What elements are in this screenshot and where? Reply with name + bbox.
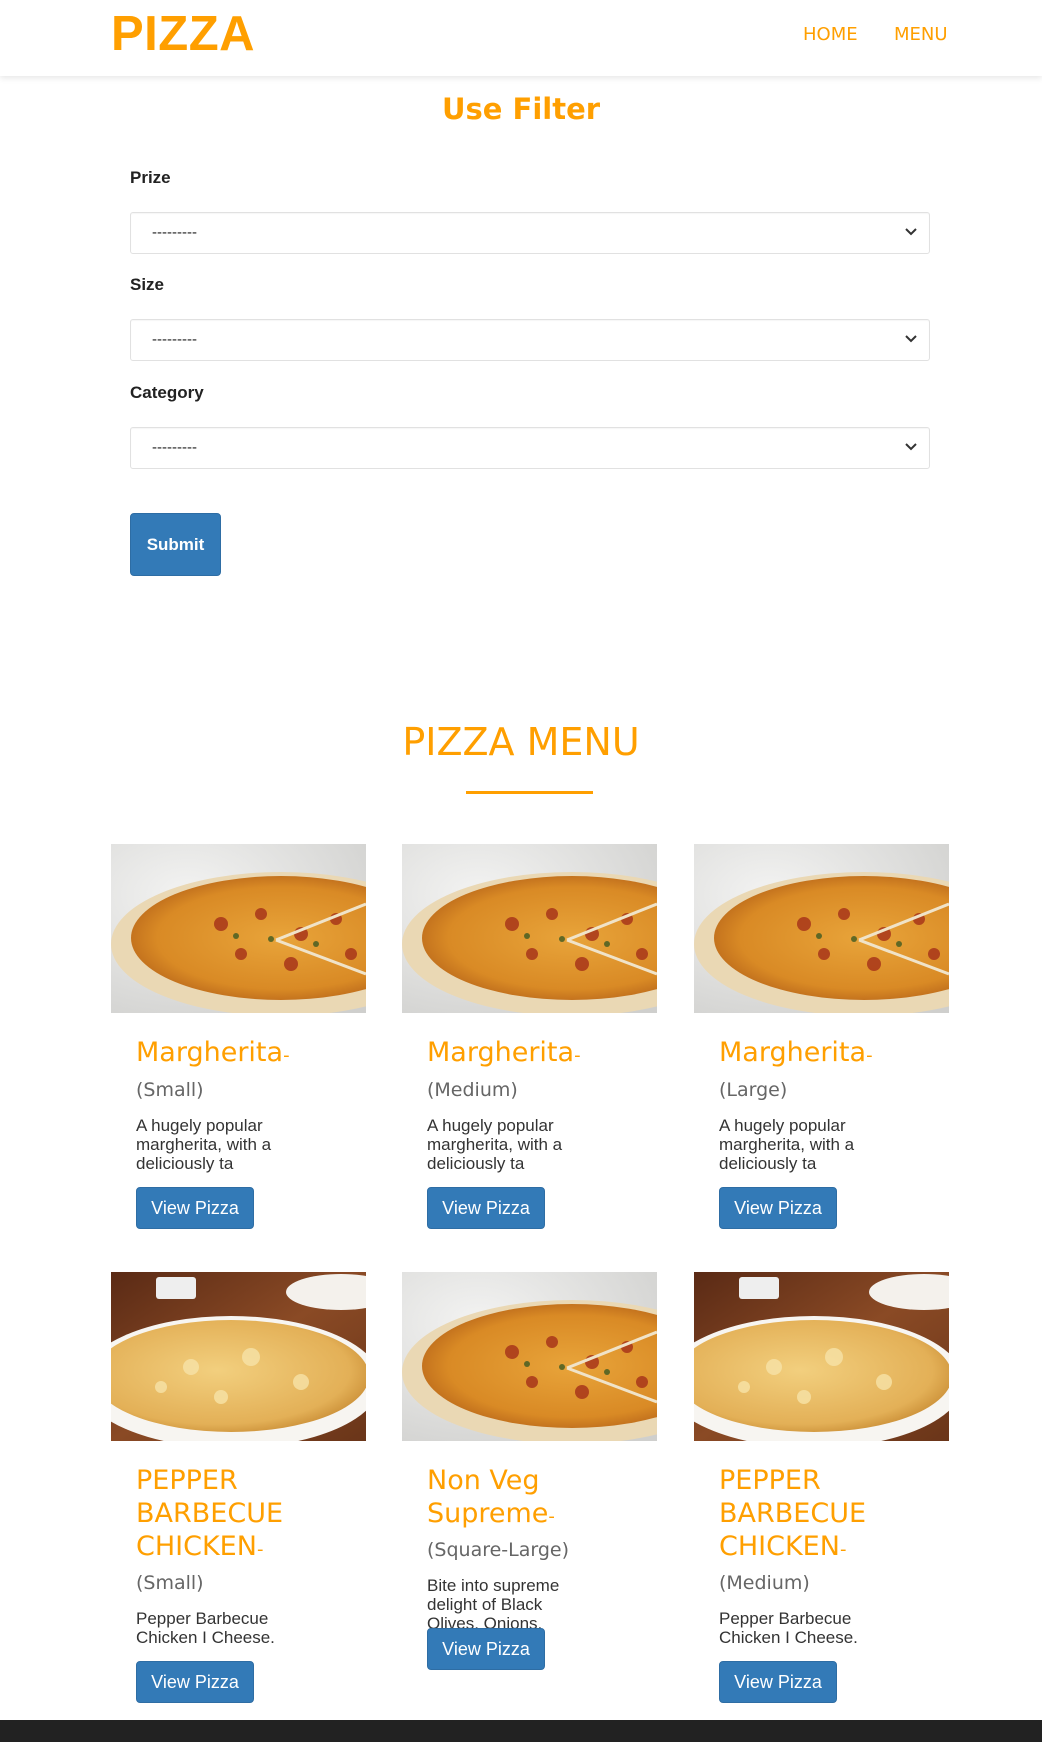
pizza-card: PEPPER BARBECUE CHICKEN- (Small) Pepper …	[111, 1272, 366, 1712]
pizza-size: (Medium)	[427, 1079, 518, 1101]
pizza-name: Non Veg Supreme-	[427, 1465, 555, 1529]
pizza-image	[402, 1272, 657, 1441]
size-select[interactable]: ---------	[130, 319, 930, 361]
pizza-card: PEPPER BARBECUE CHICKEN- (Medium) Pepper…	[694, 1272, 949, 1712]
pizza-size: (Small)	[136, 1572, 204, 1594]
prize-select[interactable]: ---------	[130, 212, 930, 254]
pizza-image	[111, 844, 366, 1013]
pizza-name: Margherita-	[136, 1037, 290, 1068]
pizza-description: Pepper Barbecue Chicken I Cheese.	[719, 1609, 858, 1647]
pizza-image	[694, 844, 949, 1013]
pizza-name: Margherita-	[427, 1037, 581, 1068]
pizza-name: PEPPER BARBECUE CHICKEN-	[719, 1465, 867, 1562]
view-pizza-button[interactable]: View Pizza	[427, 1187, 545, 1229]
pizza-description: A hugely popular margherita, with a deli…	[427, 1116, 563, 1173]
pizza-size: (Large)	[719, 1079, 788, 1101]
navbar: PIZZA HOME MENU	[0, 0, 1042, 76]
category-select-value: ---------	[152, 439, 197, 456]
menu-title-underline	[466, 791, 593, 794]
pizza-description: A hugely popular margherita, with a deli…	[719, 1116, 855, 1173]
pizza-description: Bite into supreme delight of Black Olive…	[427, 1576, 560, 1633]
chevron-down-icon	[905, 228, 917, 236]
footer	[0, 1720, 1042, 1742]
pizza-size: (Medium)	[719, 1572, 810, 1594]
category-select[interactable]: ---------	[130, 427, 930, 469]
view-pizza-button[interactable]: View Pizza	[136, 1661, 254, 1703]
prize-select-value: ---------	[152, 224, 197, 241]
view-pizza-button[interactable]: View Pizza	[719, 1187, 837, 1229]
chevron-down-icon	[905, 335, 917, 343]
chevron-down-icon	[905, 443, 917, 451]
nav-menu-link[interactable]: MENU	[894, 24, 948, 45]
menu-title: PIZZA MENU	[402, 720, 640, 764]
pizza-card: Margherita- (Large) A hugely popular mar…	[694, 844, 949, 1234]
pizza-image	[111, 1272, 366, 1441]
submit-button[interactable]: Submit	[130, 513, 221, 576]
view-pizza-button[interactable]: View Pizza	[136, 1187, 254, 1229]
filter-title: Use Filter	[441, 92, 601, 126]
size-select-value: ---------	[152, 331, 197, 348]
nav-home-link[interactable]: HOME	[803, 24, 858, 45]
pizza-description: A hugely popular margherita, with a deli…	[136, 1116, 272, 1173]
pizza-image	[694, 1272, 949, 1441]
size-label: Size	[130, 275, 165, 294]
brand-logo[interactable]: PIZZA	[111, 6, 255, 62]
pizza-name: PEPPER BARBECUE CHICKEN-	[136, 1465, 284, 1562]
pizza-size: (Small)	[136, 1079, 204, 1101]
prize-label: Prize	[130, 168, 171, 187]
view-pizza-button[interactable]: View Pizza	[427, 1628, 545, 1670]
pizza-size: (Square-Large)	[427, 1539, 570, 1561]
pizza-card: Non Veg Supreme- (Square-Large) Bite int…	[402, 1272, 657, 1712]
pizza-image	[402, 844, 657, 1013]
view-pizza-button[interactable]: View Pizza	[719, 1661, 837, 1703]
pizza-card: Margherita- (Medium) A hugely popular ma…	[402, 844, 657, 1234]
category-label: Category	[130, 383, 204, 402]
pizza-description: Pepper Barbecue Chicken I Cheese.	[136, 1609, 275, 1647]
pizza-card: Margherita- (Small) A hugely popular mar…	[111, 844, 366, 1234]
pizza-name: Margherita-	[719, 1037, 873, 1068]
